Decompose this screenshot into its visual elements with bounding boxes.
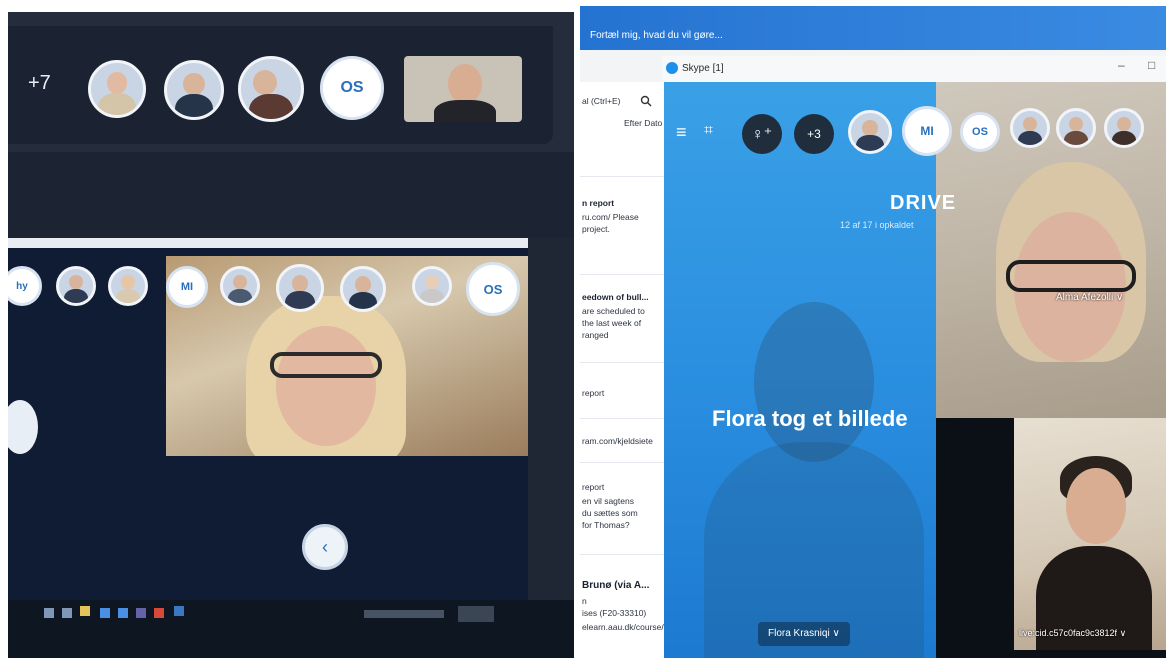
email-line: project. <box>582 224 610 234</box>
layout-icon[interactable]: ⌗ <box>704 122 713 140</box>
drive-label: DRIVE <box>890 192 957 214</box>
participant-avatar-initials[interactable]: OS <box>320 56 384 120</box>
email-line: ru.com/ Please <box>582 212 639 222</box>
sort-filter-label[interactable]: Efter Dato <box>624 118 662 129</box>
participant-avatar-group[interactable] <box>220 266 260 306</box>
add-person-icon: ♀⁺ <box>751 126 773 143</box>
participant-avatar-initials[interactable]: OS <box>960 112 1000 152</box>
mail-icon[interactable] <box>118 608 128 618</box>
email-line: eedown of bull... <box>582 292 649 302</box>
participant-name-live-cid[interactable]: live:cid.c57c0fac9c3812f ∨ <box>1019 628 1126 639</box>
email-line: Brunø (via A... <box>582 580 650 591</box>
outlook-icon[interactable] <box>174 606 184 616</box>
self-video-thumbnail <box>404 56 522 122</box>
participant-name-flora[interactable]: Flora Krasniqi ∨ <box>758 622 850 646</box>
participant-avatar-woman-glasses[interactable] <box>88 60 146 118</box>
maximize-button[interactable]: □ <box>1148 58 1155 72</box>
participant-avatar-initials[interactable]: hy <box>8 266 42 306</box>
skype-call-area: Alma Afezolli ∨ live:cid.c57c0fac9c3812f… <box>664 82 1166 658</box>
call-control-button[interactable]: ‹ <box>302 524 348 570</box>
participant-avatar-initials[interactable]: MI <box>902 106 952 156</box>
left-photo-teams-call: +7 OS hy MI OS ‹ <box>8 12 574 658</box>
email-line: ranged <box>582 330 609 340</box>
email-line: report <box>582 482 605 492</box>
search-icon[interactable] <box>44 608 54 618</box>
task-view-icon[interactable] <box>62 608 72 618</box>
participants-strip: +7 OS <box>8 26 553 144</box>
chevron-down-icon: ∨ <box>832 628 840 639</box>
email-search-box[interactable]: al (Ctrl+E) <box>582 96 621 107</box>
glasses <box>270 352 382 378</box>
video-tile-live-cid[interactable]: live:cid.c57c0fac9c3812f ∨ <box>1014 418 1166 650</box>
participant-avatar-man[interactable] <box>56 266 96 306</box>
participant-avatar-family[interactable] <box>238 56 304 122</box>
right-photo-skype-call: Fortæl mig, hvad du vil gøre... Skype [1… <box>580 6 1166 658</box>
file-explorer-icon[interactable] <box>80 606 90 616</box>
more-participants-button[interactable]: +3 <box>794 114 834 154</box>
search-icon[interactable] <box>640 94 652 107</box>
participant-avatar-initials[interactable]: OS <box>466 262 520 316</box>
more-participants-count[interactable]: +7 <box>28 72 51 95</box>
inner-teams-screen: hy MI OS ‹ <box>8 248 528 600</box>
teams-icon[interactable] <box>136 608 146 618</box>
skype-logo-icon <box>666 62 678 74</box>
participant-avatar-woman[interactable] <box>108 266 148 306</box>
email-line: n <box>582 596 587 606</box>
email-line: the last week of <box>582 318 642 328</box>
windows-taskbar <box>8 600 574 658</box>
shared-content-panel <box>664 82 936 658</box>
email-line: ises (F20-33310) <box>582 608 647 618</box>
email-line: n report <box>582 198 615 208</box>
email-line: elearn.aau.dk/course/vie <box>582 622 675 632</box>
email-line: ram.com/kjeldsiete <box>582 436 653 446</box>
system-tray <box>364 610 444 618</box>
participant-avatar-man-suit[interactable] <box>164 60 224 120</box>
participant-avatar-man-suit[interactable] <box>848 110 892 154</box>
add-participant-button[interactable]: ♀⁺ <box>742 114 782 154</box>
participant-avatar-initials[interactable]: MI <box>166 266 208 308</box>
acrobat-icon[interactable] <box>154 608 164 618</box>
minimize-button[interactable]: – <box>1118 58 1125 72</box>
participant-avatar-group[interactable] <box>1056 108 1096 148</box>
inner-participants-strip: hy MI OS <box>8 254 528 318</box>
monitor-bezel <box>8 238 528 248</box>
screen-gap <box>8 152 574 238</box>
email-line: du sættes som <box>582 508 638 518</box>
tell-me-search[interactable]: Fortæl mig, hvad du vil gøre... <box>590 30 723 41</box>
email-line: are scheduled to <box>582 306 645 316</box>
outlook-email-pane: al (Ctrl+E) Efter Dato n report ru.com/ … <box>580 82 675 658</box>
skype-titlebar <box>662 56 1166 82</box>
participant-name-alma[interactable]: Alma Afezolli ∨ <box>1056 292 1123 303</box>
email-line: en vil sagtens <box>582 496 634 506</box>
edge-icon[interactable] <box>100 608 110 618</box>
skype-window-title: Skype [1] <box>682 63 724 74</box>
participant-avatar-man-suit[interactable] <box>340 266 386 312</box>
call-status-subtitle: 12 af 17 i opkaldet <box>840 220 914 230</box>
participant-avatar-older-man[interactable] <box>412 266 452 306</box>
office-ribbon-bar <box>580 6 1166 50</box>
side-participant-avatar[interactable] <box>8 400 38 454</box>
participant-avatar-man[interactable] <box>276 264 324 312</box>
chevron-icon: ‹ <box>322 536 328 557</box>
chevron-down-icon: ∨ <box>1119 628 1127 638</box>
glasses <box>1006 260 1136 292</box>
participant-avatar-person[interactable] <box>1104 108 1144 148</box>
chevron-down-icon: ∨ <box>1116 292 1124 303</box>
email-line: for Thomas? <box>582 520 630 530</box>
photo-notification: Flora tog et billede <box>712 406 908 431</box>
hamburger-menu-icon[interactable]: ≡ <box>676 122 687 143</box>
email-line: report <box>582 388 605 398</box>
participant-avatar-man[interactable] <box>1010 108 1050 148</box>
clock <box>458 606 494 622</box>
